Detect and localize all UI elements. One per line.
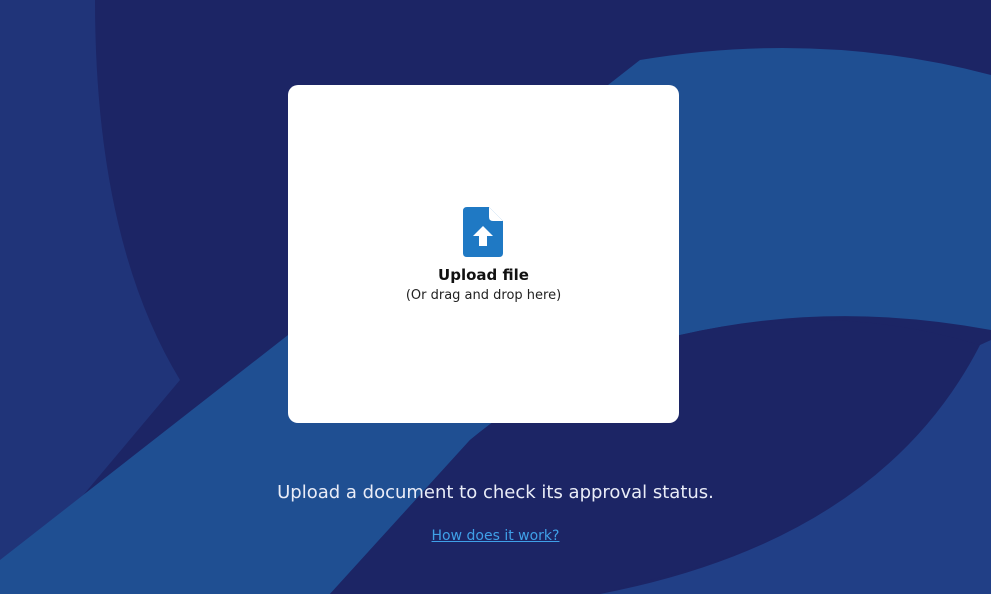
upload-title: Upload file	[438, 266, 529, 284]
file-upload-icon	[463, 207, 503, 257]
upload-caption: Upload a document to check its approval …	[277, 482, 714, 503]
upload-dropzone[interactable]: Upload file (Or drag and drop here)	[288, 85, 679, 423]
upload-subtitle: (Or drag and drop here)	[405, 288, 562, 303]
help-link-container: How does it work?	[0, 528, 991, 544]
how-it-works-link[interactable]: How does it work?	[432, 528, 560, 544]
upload-page: Upload file (Or drag and drop here) Uplo…	[0, 0, 991, 594]
